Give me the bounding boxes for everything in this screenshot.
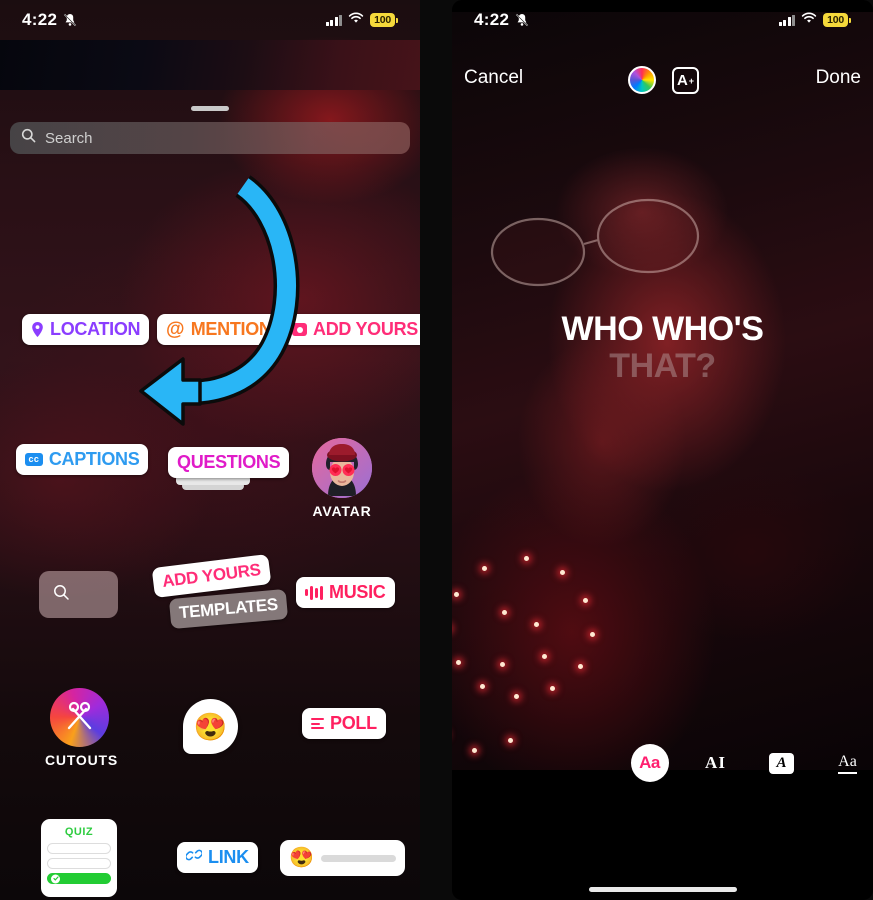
string-lights xyxy=(452,552,678,770)
avatar-image xyxy=(312,438,372,498)
check-icon xyxy=(51,874,60,883)
sticker-link[interactable]: LINK xyxy=(177,842,258,873)
sticker-questions[interactable]: QUESTIONS xyxy=(168,447,290,478)
subject-glasses xyxy=(490,198,700,287)
font-style-classic-label: Aa xyxy=(639,753,660,772)
clock-time: 4:22 xyxy=(22,10,58,29)
search-placeholder: Search xyxy=(45,129,93,147)
right-phone-screen: 4:22 100 Cancel A + Done WHO WHO'S THAT?… xyxy=(452,0,873,900)
scissors-icon xyxy=(49,688,109,747)
sticker-music[interactable]: MUSIC xyxy=(296,577,395,608)
status-bar-right: 4:22 100 xyxy=(452,0,873,40)
font-style-selector: Aa AI A Aa xyxy=(452,742,873,784)
signal-bars-icon xyxy=(778,14,796,26)
color-wheel-icon[interactable] xyxy=(628,66,656,94)
sticker-poll[interactable]: POLL xyxy=(302,708,386,739)
link-chain-icon xyxy=(185,848,203,867)
sticker-avatar[interactable]: AVATAR xyxy=(312,438,372,519)
battery-indicator: 100 xyxy=(370,13,398,27)
quiz-option-correct xyxy=(47,873,111,884)
clock-time: 4:22 xyxy=(474,10,510,29)
sticker-cutouts-label: CUTOUTS xyxy=(45,752,119,768)
font-style-typewriter[interactable]: Aa xyxy=(829,744,867,782)
editor-header: Cancel A + Done xyxy=(452,56,873,100)
sticker-mention-label: MENTION xyxy=(190,319,272,339)
sticker-captions-label: CAPTIONS xyxy=(48,449,140,469)
status-bar-time-group: 4:22 xyxy=(474,10,529,30)
caption-line-upcoming: THAT? xyxy=(609,346,716,385)
bell-slash-icon xyxy=(515,13,529,28)
sticker-captions[interactable]: cc CAPTIONS xyxy=(16,444,149,475)
sticker-location[interactable]: LOCATION xyxy=(22,314,150,345)
font-style-typewriter-label: Aa xyxy=(838,753,857,774)
status-bar-indicators: 100 xyxy=(778,11,851,29)
sticker-tray: Search LOCATION @ MENTION ADD YOURS QUES… xyxy=(0,90,420,900)
caption-line-active: WHO WHO'S xyxy=(561,310,764,348)
sheet-grabber[interactable] xyxy=(191,106,229,111)
sticker-add-yours-2-label: ADD YOURS xyxy=(161,560,262,591)
font-style-neon[interactable]: A xyxy=(763,744,801,782)
sticker-search-box[interactable] xyxy=(39,571,118,618)
sticker-location-label: LOCATION xyxy=(50,319,141,339)
sticker-quiz[interactable]: QUIZ xyxy=(41,819,117,897)
sticker-cutouts[interactable]: CUTOUTS xyxy=(45,688,119,768)
font-style-classic[interactable]: Aa xyxy=(630,744,669,782)
battery-indicator: 100 xyxy=(823,13,851,27)
search-input[interactable]: Search xyxy=(10,122,410,154)
battery-percent: 100 xyxy=(370,13,395,27)
emoji-reaction-glyph: 😍 xyxy=(193,711,228,742)
wifi-icon xyxy=(801,11,817,29)
screenshot-stage: 4:22 100 Search LOCATION @ MENTION ADD Y… xyxy=(0,0,873,900)
threads-at-icon: @ xyxy=(166,319,185,340)
status-bar-time-group: 4:22 xyxy=(22,10,77,30)
story-preview-photo xyxy=(452,12,873,770)
quiz-option-2 xyxy=(47,858,111,869)
status-bar-left: 4:22 100 xyxy=(0,0,420,40)
status-bar-indicators: 100 xyxy=(325,11,398,29)
sticker-add-yours-label: ADD YOURS xyxy=(313,319,418,339)
sticker-emoji-slider[interactable]: 😍 xyxy=(280,840,405,876)
font-style-neon-label: A xyxy=(769,752,794,774)
cancel-button[interactable]: Cancel xyxy=(464,67,523,89)
caption-text-overlay[interactable]: WHO WHO'S THAT? xyxy=(452,312,873,383)
sticker-add-yours[interactable]: ADD YOURS xyxy=(283,314,420,345)
sticker-templates-label: TEMPLATES xyxy=(178,594,279,623)
wifi-icon xyxy=(348,11,364,29)
sticker-templates[interactable]: TEMPLATES xyxy=(168,588,289,630)
story-top-strip xyxy=(0,40,420,90)
battery-percent: 100 xyxy=(823,13,848,27)
sticker-poll-label: POLL xyxy=(330,713,377,733)
done-button[interactable]: Done xyxy=(816,67,861,89)
quiz-option-1 xyxy=(47,843,111,854)
location-pin-icon xyxy=(31,322,44,337)
music-equalizer-icon xyxy=(305,585,323,600)
left-phone-screen: 4:22 100 Search LOCATION @ MENTION ADD Y… xyxy=(0,0,420,900)
font-style-modern[interactable]: AI xyxy=(697,744,735,782)
sticker-music-label: MUSIC xyxy=(329,582,386,602)
sticker-link-label: LINK xyxy=(208,847,249,867)
sticker-quiz-label: QUIZ xyxy=(64,826,94,838)
sticker-avatar-label: AVATAR xyxy=(312,503,372,519)
sticker-mention[interactable]: @ MENTION xyxy=(157,314,281,345)
bell-slash-icon xyxy=(63,13,77,28)
slider-track[interactable] xyxy=(320,854,396,862)
sticker-questions-label: QUESTIONS xyxy=(177,452,281,472)
search-icon xyxy=(21,128,36,148)
slider-emoji-glyph: 😍 xyxy=(289,847,314,869)
font-style-modern-label: AI xyxy=(705,753,726,772)
camera-icon xyxy=(292,323,307,336)
search-sticker-icon xyxy=(53,584,70,606)
sticker-emoji-reaction[interactable]: 😍 xyxy=(183,699,238,754)
home-indicator[interactable] xyxy=(588,887,737,892)
closed-caption-icon: cc xyxy=(25,453,43,466)
text-style-icon[interactable]: A + xyxy=(672,67,699,94)
signal-bars-icon xyxy=(325,14,343,26)
poll-lines-icon xyxy=(311,718,324,729)
